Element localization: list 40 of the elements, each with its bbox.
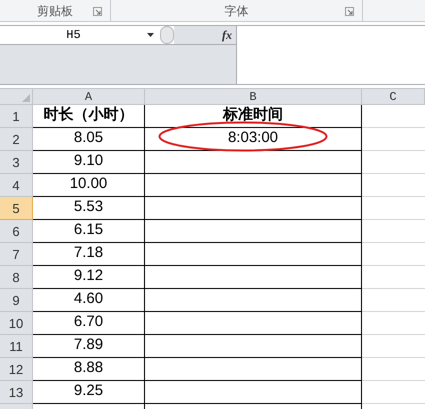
ribbon-group-label: 字体 bbox=[224, 2, 248, 20]
row-header[interactable]: 2 bbox=[0, 128, 33, 151]
row-header[interactable]: 10 bbox=[0, 312, 33, 335]
name-box[interactable]: H5 bbox=[0, 26, 158, 44]
row-header[interactable]: 9 bbox=[0, 289, 33, 312]
row-header[interactable]: 8 bbox=[0, 266, 33, 289]
table-cell-text: 6.70 bbox=[74, 312, 104, 332]
corner-triangle-icon bbox=[22, 94, 30, 102]
insert-function-icon[interactable]: fx bbox=[222, 26, 232, 44]
row-header[interactable]: 7 bbox=[0, 243, 33, 266]
splitter-handle[interactable] bbox=[160, 26, 174, 44]
table-cell-text: 标准时间 bbox=[223, 104, 283, 124]
table-cell-text: 7.89 bbox=[74, 334, 104, 354]
table-cell-text: 8.05 bbox=[74, 128, 104, 148]
row-header[interactable]: 11 bbox=[0, 335, 33, 358]
dialog-launcher-icon[interactable] bbox=[345, 7, 354, 16]
row-header[interactable]: 6 bbox=[0, 220, 33, 243]
ribbon-group-label: 剪贴板 bbox=[37, 2, 73, 20]
table-cell-text: 9.12 bbox=[74, 266, 104, 286]
row-header[interactable]: 5 bbox=[0, 197, 33, 220]
dialog-launcher-icon[interactable] bbox=[93, 7, 102, 16]
table-cell-text: 6.15 bbox=[74, 220, 104, 240]
table-cell-text: 8.88 bbox=[74, 358, 104, 378]
column-header[interactable]: C bbox=[362, 89, 425, 104]
table-cell-text: 9.25 bbox=[74, 380, 104, 400]
row-header[interactable]: 1 bbox=[0, 105, 33, 128]
table-cell-text: 9.10 bbox=[74, 150, 104, 170]
table-cell-text: 10.00 bbox=[70, 174, 108, 194]
table-cell-text: 时长（小时） bbox=[44, 104, 134, 124]
table-cell-text: 8:03:00 bbox=[228, 128, 278, 148]
table-cell-text: 7.18 bbox=[74, 242, 104, 262]
row-header[interactable]: 4 bbox=[0, 174, 33, 197]
row-header[interactable]: 3 bbox=[0, 151, 33, 174]
row-header[interactable]: 13 bbox=[0, 381, 33, 404]
table-cell-text: 5.53 bbox=[74, 196, 104, 216]
dropdown-caret-icon bbox=[147, 33, 154, 37]
row-header[interactable]: 12 bbox=[0, 358, 33, 381]
table-cell-text: 4.60 bbox=[74, 288, 104, 308]
column-header[interactable]: A bbox=[33, 89, 145, 104]
column-header[interactable]: B bbox=[145, 89, 362, 104]
